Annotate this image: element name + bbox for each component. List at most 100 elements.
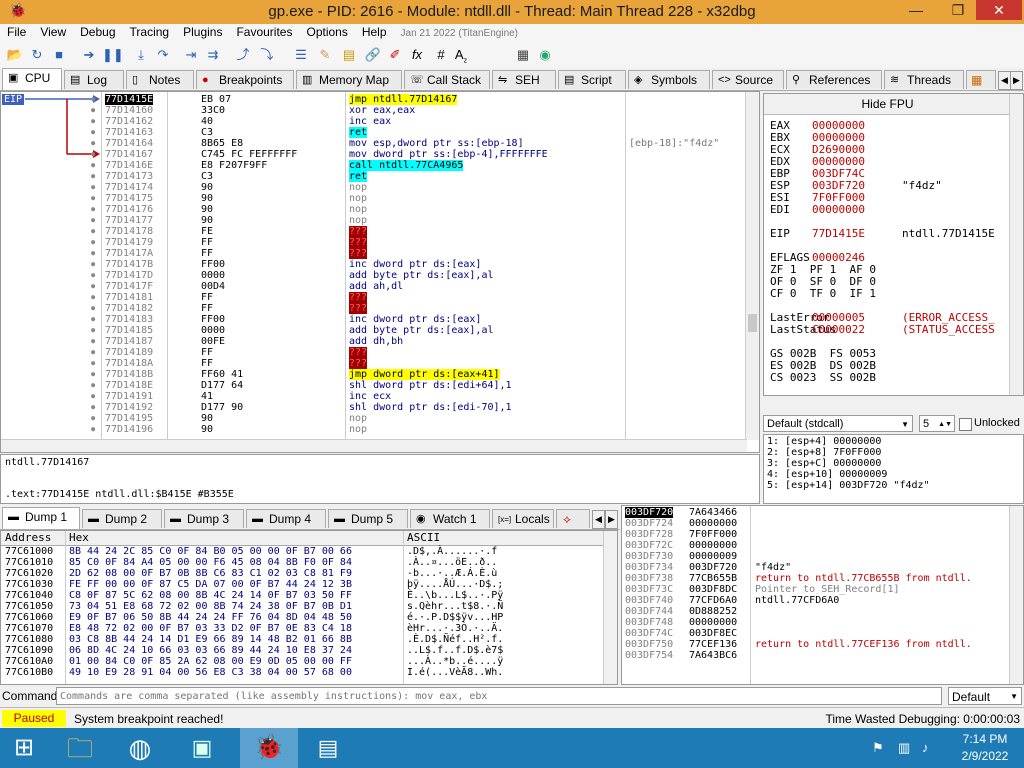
dump-ascii[interactable]: .À..¤...öE..ð.. [407, 557, 497, 568]
stack-row[interactable]: 003DF754 7A643BC6 [625, 650, 1015, 661]
stack-value[interactable]: 003DF720 [689, 562, 737, 573]
disasm-row[interactable]: 77D14189 FF??? [105, 347, 745, 358]
dump-row[interactable]: 77C61040 C8 0F 87 5C 62 08 00 8B 4C 24 14… [5, 590, 605, 601]
dump-hex[interactable]: C8 0F 87 5C 62 08 00 8B 4C 24 14 0F B7 0… [69, 590, 352, 601]
tab-dump-1[interactable]: ▬ Dump 1 [2, 507, 80, 529]
dump-row[interactable]: 77C61010 85 C0 0F 84 A4 05 00 00 F6 45 08… [5, 557, 605, 568]
volume-icon[interactable]: ♪ [922, 740, 929, 755]
disasm-row[interactable]: 77D14195 90 nop [105, 413, 745, 424]
register-row[interactable]: ECX D2690000 [770, 144, 1010, 156]
stack-row[interactable]: 003DF750 77CEF136 return to ntdll.77CEF136… [625, 639, 1015, 650]
breakpoint-dot-icon[interactable]: ● [91, 149, 99, 160]
disasm-row[interactable]: 77D14196 90 nop [105, 424, 745, 435]
dump-ascii[interactable]: þÿ....ÅÚ...·D$.; [407, 579, 503, 590]
breakpoint-dot-icon[interactable]: ● [91, 193, 99, 204]
dump-ascii[interactable]: s.Qèhr...t$8.·.Ñ [407, 601, 503, 612]
hex-dump-view[interactable]: Address Hex ASCII 77C61000 8B 44 24 2C 85… [0, 530, 618, 685]
dump-tabs-left-icon[interactable]: ◀ [592, 510, 605, 529]
menu-debug[interactable]: Debug [73, 24, 122, 39]
disasm-row[interactable]: 77D1416E E8 F207F9FF call ntdll.77CA4965 [105, 160, 745, 171]
disassembly-scrollbar[interactable] [745, 92, 759, 440]
disasm-row[interactable]: 77D14187 00FE add dh,bh [105, 336, 745, 347]
dump-row[interactable]: 77C61030 FE FF 00 00 0F 87 C5 DA 07 00 0F… [5, 579, 605, 590]
trace-into-icon[interactable]: ⇥ [182, 46, 200, 64]
stack-row[interactable]: 003DF734 003DF720 "f4dz" [625, 562, 1015, 573]
disasm-row[interactable]: 77D14181 FF??? [105, 292, 745, 303]
dump-ascii[interactable]: ...À..*b..é....ÿ [407, 656, 503, 667]
breakpoint-dot-icon[interactable]: ● [91, 94, 99, 105]
dump-ascii[interactable]: È..\b...L$..·.Pÿ [407, 590, 503, 601]
tab-watch-1[interactable]: ◉ Watch 1 [410, 509, 490, 528]
breakpoint-dot-icon[interactable]: ● [91, 413, 99, 424]
breakpoint-dot-icon[interactable]: ● [91, 105, 99, 116]
disassembly-hscrollbar[interactable] [1, 439, 747, 452]
disasm-row[interactable]: 77D14176 90 nop [105, 204, 745, 215]
dump-hex[interactable]: 06 8D 4C 24 10 66 03 03 66 89 44 24 10 E… [69, 645, 352, 656]
dump-row[interactable]: 77C61020 2D 62 08 00 0F B7 0B 8B C6 83 C1… [5, 568, 605, 579]
dump-row[interactable]: 77C61070 E8 48 72 02 00 0F B7 03 33 D2 0F… [5, 623, 605, 634]
register-row[interactable]: EIP 77D1415E ntdll.77D1415E [770, 228, 1010, 240]
breakpoint-dot-icon[interactable]: ● [91, 391, 99, 402]
labels-icon[interactable]: 🔗 [364, 46, 382, 64]
tab-struct[interactable]: ⟡ [556, 509, 590, 528]
breakpoint-dot-icon[interactable]: ● [91, 347, 99, 358]
stack-row[interactable]: 003DF748 00000000 [625, 617, 1015, 628]
dump-hex[interactable]: 85 C0 0F 84 A4 05 00 00 F6 45 08 04 8B F… [69, 557, 352, 568]
tabs-scroll-right-icon[interactable]: ▶ [1010, 71, 1023, 90]
flags-row[interactable]: CF 0 TF 0 IF 1 [770, 288, 1010, 300]
stack-row[interactable]: 003DF744 0D888252 [625, 606, 1015, 617]
stack-row[interactable]: 003DF740 77CFD6A0 ntdll.77CFD6A0 [625, 595, 1015, 606]
breakpoint-dot-icon[interactable]: ● [91, 138, 99, 149]
comments-icon[interactable]: ▤ [340, 46, 358, 64]
arguments-view[interactable]: 1: [esp+4] 00000000 2: [esp+8] 7F0FF000 3:… [763, 434, 1024, 504]
segment-row[interactable]: CS 0023 SS 002B [770, 372, 1010, 384]
disasm-row[interactable]: 77D14173 C3 ret [105, 171, 745, 182]
disasm-row[interactable]: 77D14192 D177 90 shl dword ptr ds:[edi-70]… [105, 402, 745, 413]
tab-script[interactable]: ▤ Script [558, 70, 626, 89]
command-input[interactable] [56, 687, 942, 705]
stack-row[interactable]: 003DF72C 00000000 [625, 540, 1015, 551]
dump-row[interactable]: 77C610A0 01 00 84 C0 0F 85 2A 62 08 00 E9… [5, 656, 605, 667]
unlocked-checkbox[interactable] [959, 418, 972, 431]
breakpoint-dot-icon[interactable]: ● [91, 160, 99, 171]
register-value[interactable]: 00000000 [812, 204, 865, 216]
menu-help[interactable]: Help [355, 24, 394, 39]
step-into-icon[interactable]: ⤓ [132, 46, 150, 64]
trace-over-icon[interactable]: ⇉ [204, 46, 222, 64]
breakpoint-dot-icon[interactable]: ● [91, 182, 99, 193]
disasm-row[interactable]: 77D1418A FF??? [105, 358, 745, 369]
x32dbg-taskbar-icon[interactable]: 🐞 [240, 728, 298, 768]
register-row[interactable]: ESP 003DF720 "f4dz" [770, 180, 1010, 192]
dump-hex[interactable]: E8 48 72 02 00 0F B7 03 33 D2 0F B7 0E 8… [69, 623, 352, 634]
tab-dump-2[interactable]: ▬ Dump 2 [82, 509, 162, 528]
scylla-icon[interactable]: ☰ [292, 46, 310, 64]
menu-favourites[interactable]: Favourites [229, 24, 299, 39]
functions-icon[interactable]: fx [408, 46, 426, 64]
stack-value[interactable]: 00000009 [689, 551, 737, 562]
hash-icon[interactable]: # [432, 46, 450, 64]
breakpoint-dot-icon[interactable]: ● [91, 204, 99, 215]
dump-row[interactable]: 77C61060 E9 0F B7 06 50 8B 44 24 24 FF 76… [5, 612, 605, 623]
stack-value[interactable]: 77CB655B [689, 573, 737, 584]
argument-row[interactable]: 2: [esp+8] 7F0FF000 [767, 447, 930, 458]
disasm-row[interactable]: 77D1418B FF60 41 jmp dword ptr ds:[eax+41] [105, 369, 745, 380]
stack-value[interactable]: 00000000 [689, 518, 737, 529]
dump-row[interactable]: 77C61090 06 8D 4C 24 10 66 03 03 66 89 44… [5, 645, 605, 656]
title-bar[interactable]: 🐞 gp.exe - PID: 2616 - Module: ntdll.dll… [0, 0, 1024, 24]
breakpoint-dot-icon[interactable]: ● [91, 358, 99, 369]
register-row[interactable]: EDI 00000000 [770, 204, 1010, 216]
disasm-row[interactable]: 77D14163 C3 ret [105, 127, 745, 138]
tab-seh[interactable]: ⇋ SEH [492, 70, 556, 89]
disasm-row[interactable]: 77D14160 33C0 xor eax,eax [105, 105, 745, 116]
stack-row[interactable]: 003DF730 00000009 [625, 551, 1015, 562]
breakpoint-dot-icon[interactable]: ● [91, 336, 99, 347]
breakpoint-dot-icon[interactable]: ● [91, 116, 99, 127]
breakpoint-dot-icon[interactable]: ● [91, 215, 99, 226]
breakpoint-dot-icon[interactable]: ● [91, 402, 99, 413]
disasm-row[interactable]: 77D14174 90 nop [105, 182, 745, 193]
bookmark-icon[interactable]: ✐ [386, 46, 404, 64]
dump-row[interactable]: 77C610B0 49 10 E9 28 91 04 00 56 E8 C3 38… [5, 667, 605, 678]
command-mode-select[interactable]: Default ▼ [948, 687, 1022, 705]
clock-time[interactable]: 7:14 PM [950, 732, 1020, 746]
breakpoint-dot-icon[interactable]: ● [91, 237, 99, 248]
